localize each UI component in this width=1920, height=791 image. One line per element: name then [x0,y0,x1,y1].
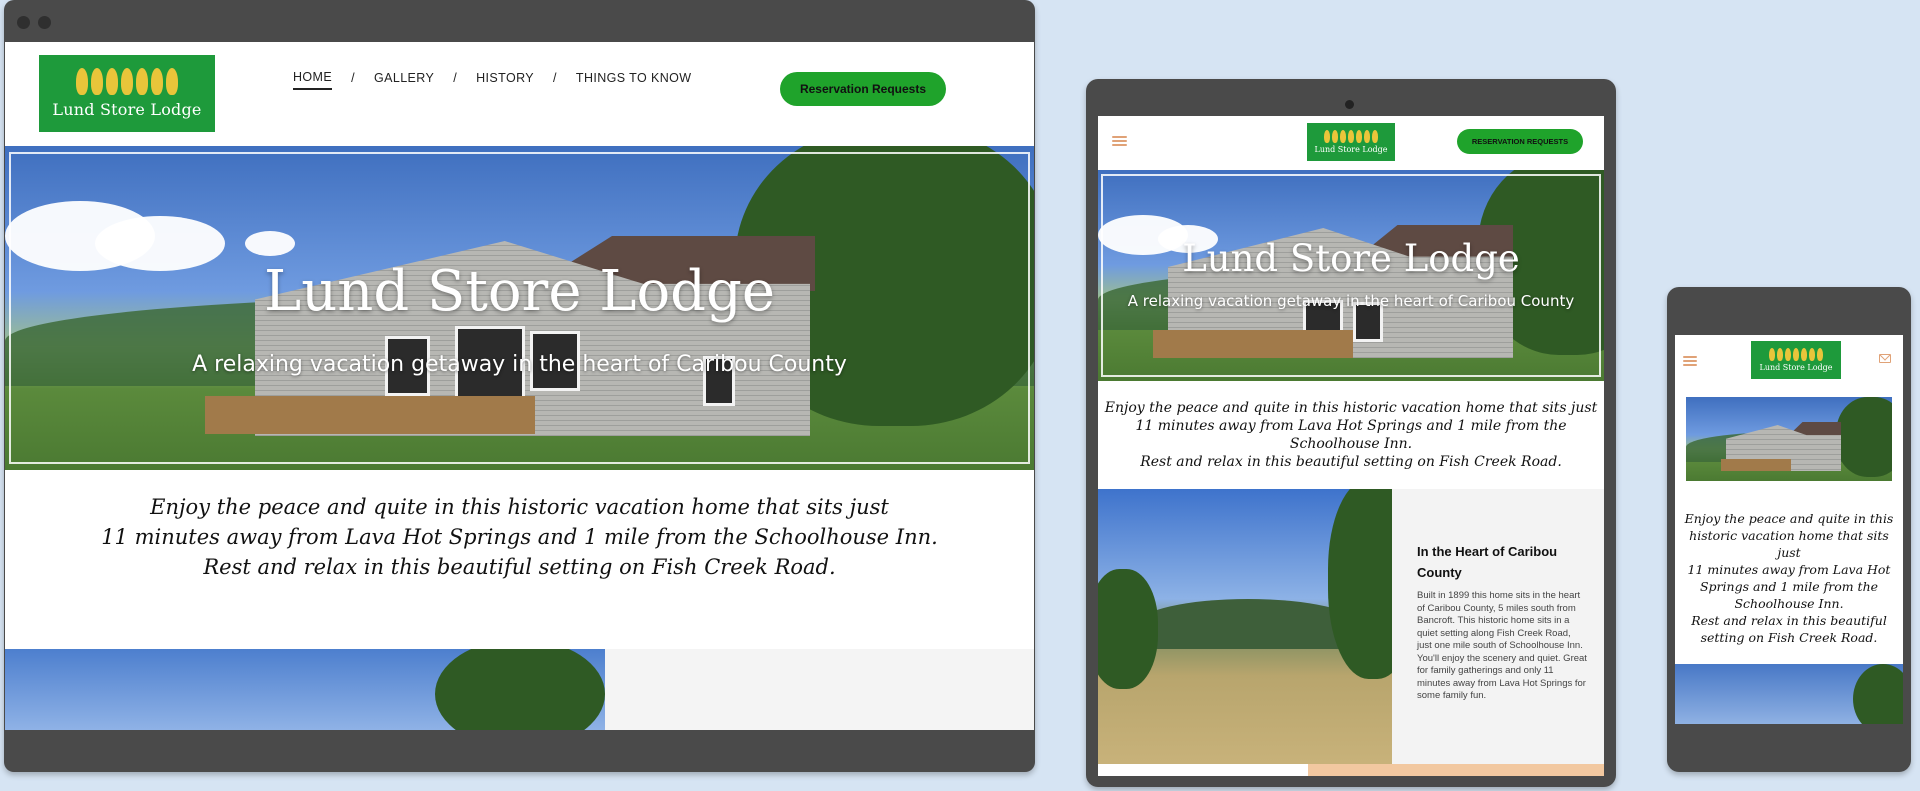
footer-strip [1098,764,1604,776]
window-control-dot[interactable] [38,16,51,29]
intro-text: Enjoy the peace and quite in this histor… [1098,399,1604,471]
photo-mountain [1138,599,1358,649]
phone-screen: Lund Store Lodge Enjoy the peace and qui… [1675,335,1903,724]
logo-text: Lund Store Lodge [1314,145,1388,154]
section-title: In the Heart of Caribou County [1417,544,1558,580]
section-body: Built in 1899 this home sits in the hear… [1417,590,1587,701]
intro-line: Rest and relax in this beautiful setting… [1140,454,1562,470]
desktop-screen: Lund Store Lodge HOME / GALLERY / HISTOR… [5,42,1034,730]
site-logo[interactable]: Lund Store Lodge [39,55,215,132]
wheat-logo-icon [1769,348,1823,361]
site-logo[interactable]: Lund Store Lodge [1307,123,1395,161]
intro-line: 11 minutes away from Lava Hot Springs an… [1135,418,1567,452]
hamburger-menu-icon[interactable] [1683,356,1697,366]
hero-subtitle: A relaxing vacation getaway in the heart… [192,352,847,377]
house-deck [205,396,535,434]
hero-banner: Lund Store Lodge A relaxing vacation get… [5,146,1034,470]
intro-line: Rest and relax in this beautiful setting… [203,555,836,579]
hero-subtitle: A relaxing vacation getaway in the heart… [1127,292,1575,310]
hero-cloud [245,231,295,256]
nav-home[interactable]: HOME [293,70,333,90]
intro-text: Enjoy the peace and quite in this histor… [5,492,1034,582]
hero-photo [1686,397,1892,481]
hamburger-menu-icon[interactable] [1112,136,1127,146]
intro-line: Enjoy the peace and quite in this histor… [1104,400,1598,416]
window-control-dot[interactable] [17,16,30,29]
info-panel: In the Heart of Caribou County Built in … [1392,489,1604,764]
site-header: Lund Store Lodge HOME / GALLERY / HISTOR… [5,42,1034,146]
nav-things-to-know[interactable]: THINGS TO KNOW [576,71,692,89]
photo-tree [1853,664,1903,724]
hero-trees [1836,397,1892,477]
desktop-mockup: Lund Store Lodge HOME / GALLERY / HISTOR… [4,0,1035,772]
phone-mockup: Lund Store Lodge Enjoy the peace and qui… [1667,287,1911,772]
hero-title: Lund Store Lodge [1182,237,1520,280]
intro-line: Rest and relax in this beautiful setting… [1691,613,1887,645]
photo-tree [435,649,605,730]
content-panel [605,649,1034,730]
browser-title-bar [4,0,1035,42]
main-nav: HOME / GALLERY / HISTORY / THINGS TO KNO… [293,70,691,90]
nav-separator: / [453,71,458,85]
wheat-logo-icon [1324,130,1378,143]
mail-icon[interactable] [1879,354,1891,363]
intro-text: Enjoy the peace and quite in this histor… [1675,510,1903,646]
site-logo[interactable]: Lund Store Lodge [1751,341,1841,379]
house-deck [1721,459,1791,471]
logo-text: Lund Store Lodge [52,100,202,119]
photo-tree [1098,569,1158,689]
hero-title: Lund Store Lodge [264,259,775,324]
photo-tree [1328,489,1392,679]
nav-history[interactable]: HISTORY [476,71,534,89]
nav-gallery[interactable]: GALLERY [374,71,434,89]
house-deck [1153,330,1353,358]
intro-line: Enjoy the peace and quite in this histor… [1684,511,1894,560]
tablet-screen: Lund Store Lodge RESERVATION REQUESTS Lu… [1098,116,1604,776]
landscape-photo [5,649,605,730]
wheat-logo-icon [76,68,178,95]
reservation-requests-button[interactable]: Reservation Requests [780,72,946,106]
camera-dot [1345,100,1354,109]
reservation-requests-button[interactable]: RESERVATION REQUESTS [1457,129,1583,154]
logo-text: Lund Store Lodge [1759,363,1833,372]
hero-banner: Lund Store Lodge A relaxing vacation get… [1098,170,1604,381]
nav-separator: / [553,71,557,85]
intro-line: 11 minutes away from Lava Hot Springs an… [1687,562,1891,611]
intro-line: 11 minutes away from Lava Hot Springs an… [101,525,938,549]
intro-line: Enjoy the peace and quite in this histor… [150,495,889,519]
landscape-photo [1098,489,1392,764]
tablet-mockup: Lund Store Lodge RESERVATION REQUESTS Lu… [1086,79,1616,787]
landscape-photo [1675,664,1903,724]
nav-separator: / [351,71,355,85]
